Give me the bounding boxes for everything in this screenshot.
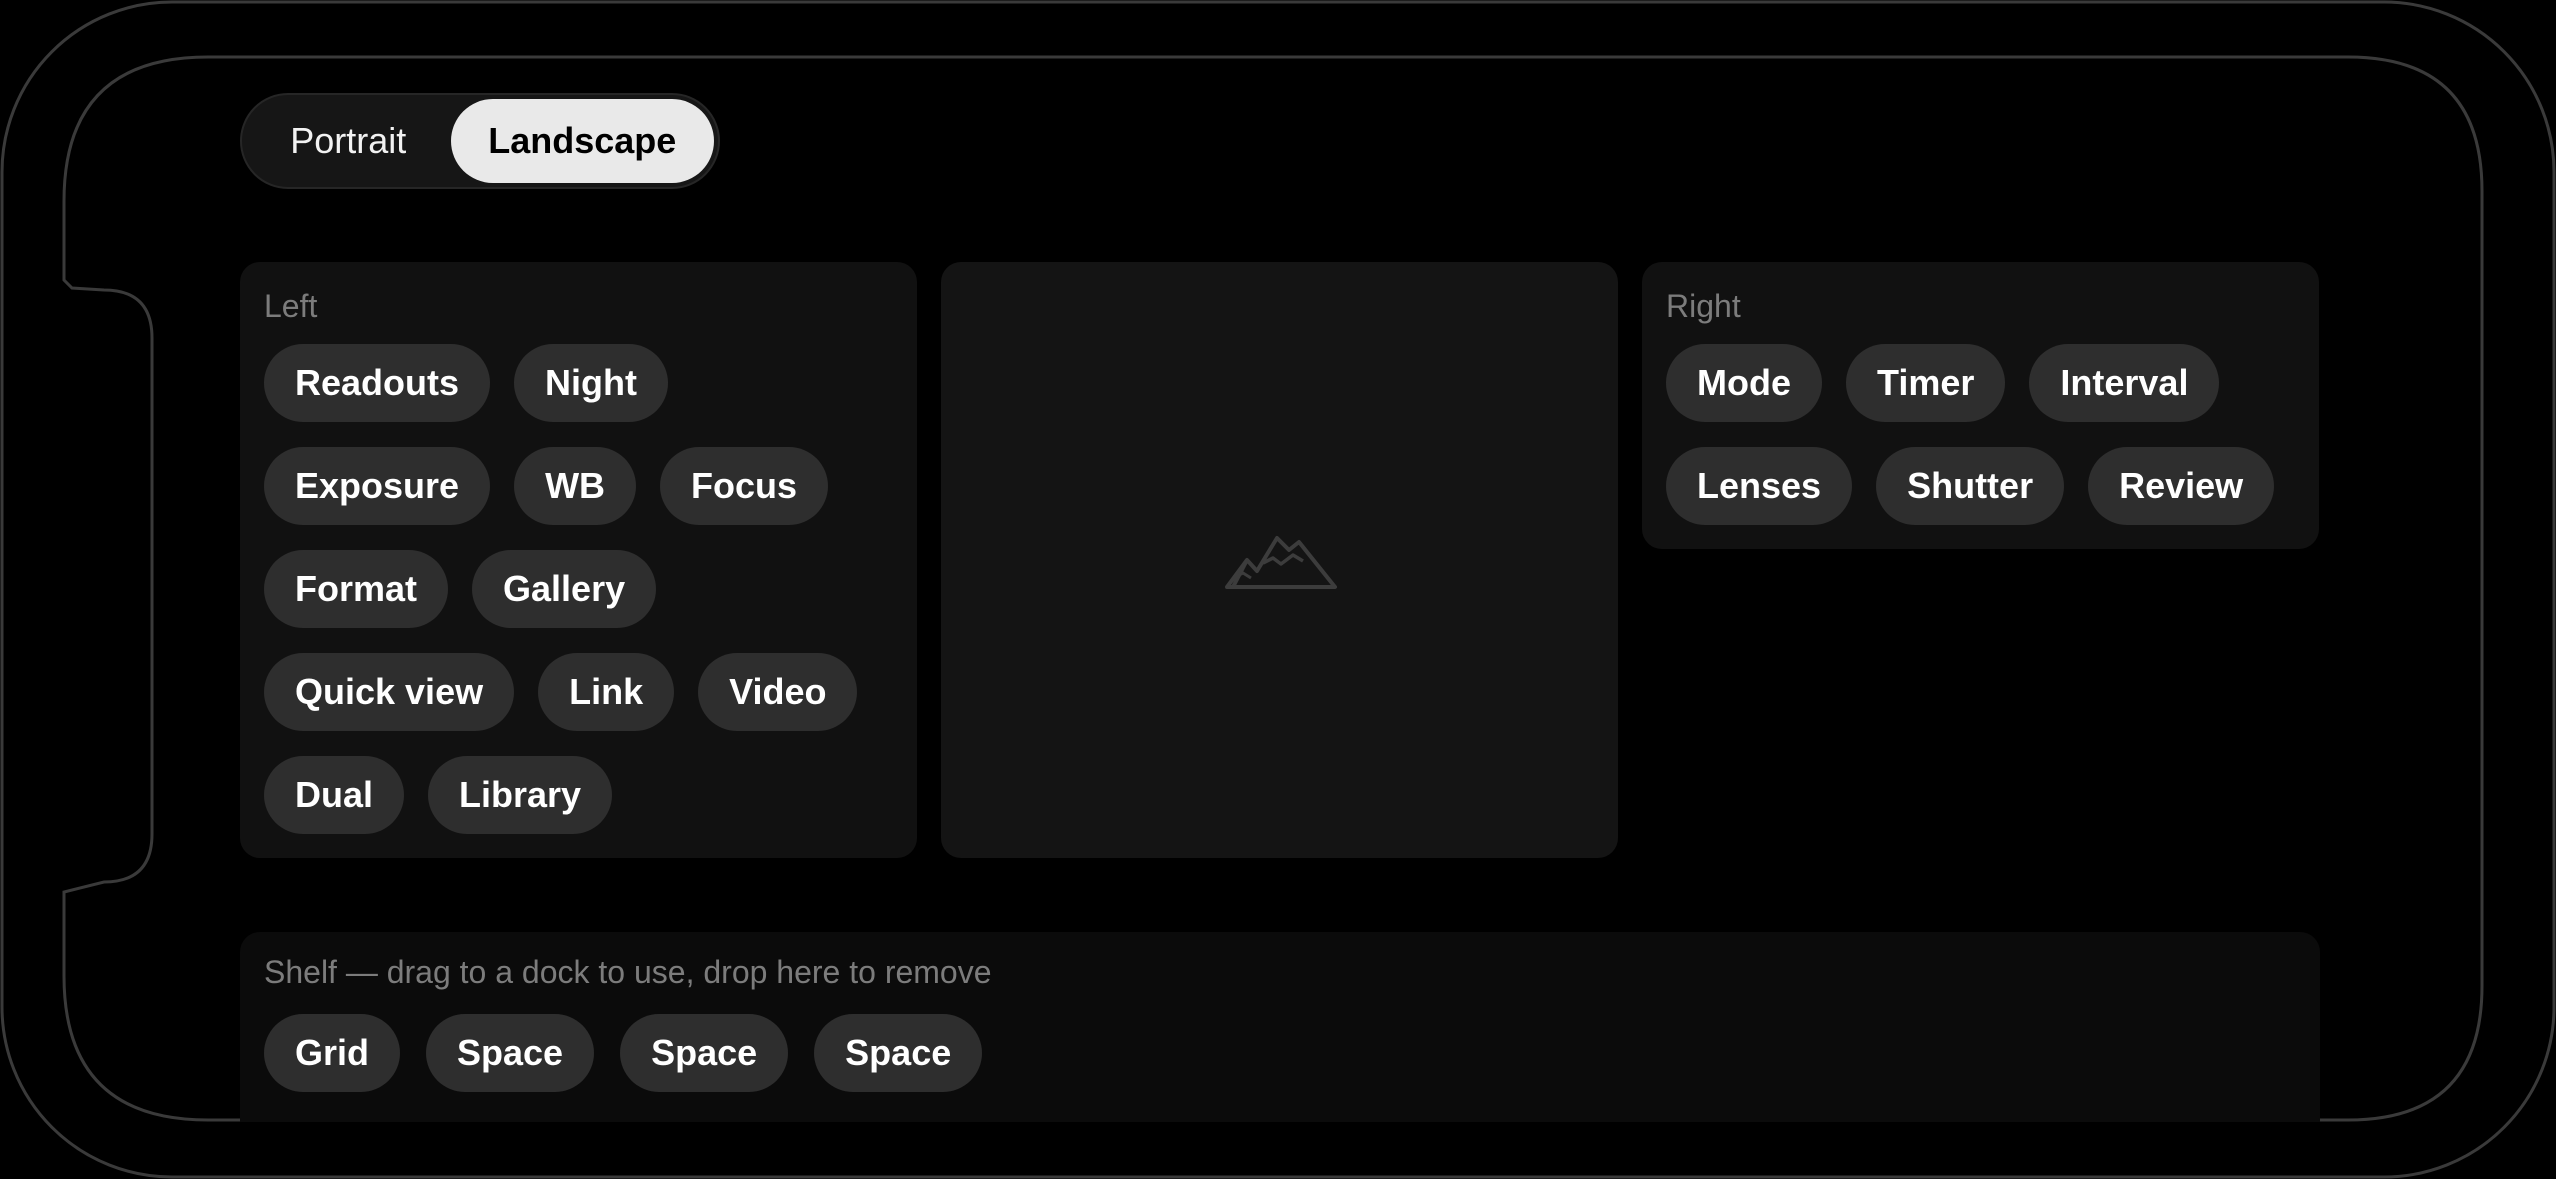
chip-space[interactable]: Space [620, 1014, 789, 1092]
right-dock[interactable]: Right Mode Timer Interval Lenses Shutter… [1642, 262, 2319, 549]
chip-format[interactable]: Format [264, 550, 449, 628]
chip-shutter[interactable]: Shutter [1876, 447, 2065, 525]
chip-lenses[interactable]: Lenses [1666, 447, 1853, 525]
chip-dual[interactable]: Dual [264, 756, 405, 834]
orientation-toggle[interactable]: Portrait Landscape [240, 93, 720, 189]
camera-preview [941, 262, 1618, 858]
chip-night[interactable]: Night [514, 344, 668, 422]
left-dock-label: Left [264, 288, 318, 324]
landscape-option[interactable]: Landscape [450, 99, 714, 183]
right-dock-label: Right [1666, 288, 1741, 324]
chip-space[interactable]: Space [814, 1014, 983, 1092]
chip-timer[interactable]: Timer [1846, 344, 2006, 422]
chip-wb[interactable]: WB [514, 447, 637, 525]
chip-link[interactable]: Link [538, 653, 675, 731]
portrait-option[interactable]: Portrait [246, 99, 451, 183]
mountains-icon [1225, 536, 1337, 589]
chip-review[interactable]: Review [2088, 447, 2275, 525]
shelf[interactable]: Shelf — drag to a dock to use, drop here… [240, 932, 2320, 1122]
chip-quick-view[interactable]: Quick view [264, 653, 515, 731]
chip-grid[interactable]: Grid [264, 1014, 401, 1092]
chip-space[interactable]: Space [426, 1014, 595, 1092]
chip-video[interactable]: Video [698, 653, 858, 731]
chip-exposure[interactable]: Exposure [264, 447, 491, 525]
shelf-label: Shelf — drag to a dock to use, drop here… [264, 954, 992, 990]
chip-focus[interactable]: Focus [660, 447, 829, 525]
left-dock[interactable]: Left Readouts Night Exposure WB Focus Fo… [240, 262, 917, 858]
chip-mode[interactable]: Mode [1666, 344, 1822, 422]
chip-readouts[interactable]: Readouts [264, 344, 491, 422]
chip-library[interactable]: Library [428, 756, 613, 834]
chip-gallery[interactable]: Gallery [472, 550, 657, 628]
chip-interval[interactable]: Interval [2029, 344, 2220, 422]
